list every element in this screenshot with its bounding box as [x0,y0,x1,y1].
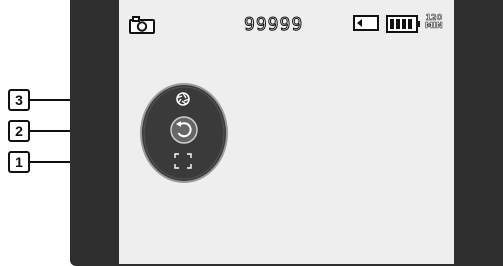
remaining-time: 120 MIN [425,13,443,30]
memory-card-icon [353,15,379,31]
callout-label: 3 [8,89,30,111]
callout-label: 1 [8,151,30,173]
battery-full-icon [386,15,420,33]
camera-icon [129,16,155,34]
remaining-time-unit: MIN [425,21,443,30]
status-bar: 99999 120 MIN [119,0,454,42]
return-button[interactable] [170,116,198,144]
callout-label: 2 [8,120,30,142]
focus-frame-icon[interactable] [174,153,192,169]
anti-shake-icon[interactable] [174,90,192,108]
remaining-shots-counter: 99999 [243,14,304,36]
